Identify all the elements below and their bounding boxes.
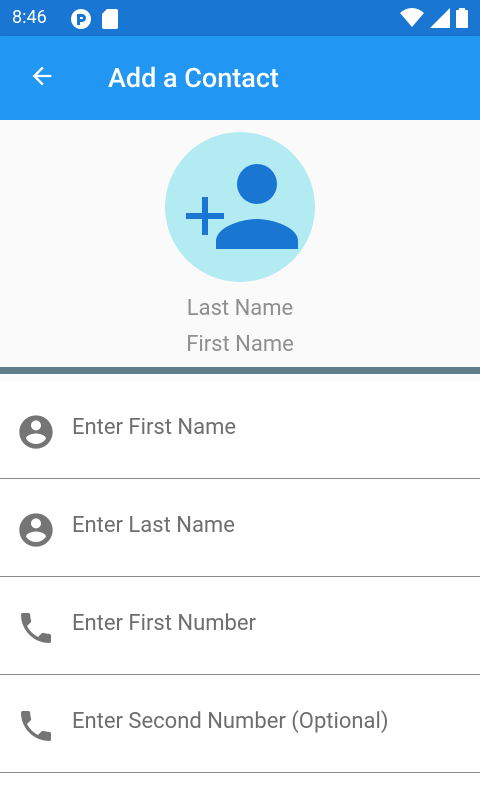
arrow-back-icon [28, 62, 56, 94]
phone-icon [16, 706, 56, 746]
preview-last-name: Last Name [186, 296, 294, 321]
notification-app-icon [70, 8, 92, 34]
signal-icon [430, 8, 450, 32]
account-circle-icon [16, 510, 56, 550]
contact-preview-header: Last Name First Name [0, 120, 480, 367]
status-icons-right [400, 8, 468, 32]
person-add-icon [182, 161, 298, 253]
first-name-field[interactable]: Enter First Name [0, 381, 480, 479]
preview-first-name: First Name [186, 332, 294, 357]
first-number-input[interactable]: Enter First Number [72, 611, 256, 636]
back-button[interactable] [24, 60, 60, 96]
section-divider [0, 367, 480, 374]
second-number-field[interactable]: Enter Second Number (Optional) [0, 675, 480, 773]
second-number-input[interactable]: Enter Second Number (Optional) [72, 709, 389, 734]
sd-card-icon [102, 9, 118, 33]
wifi-icon [400, 8, 424, 32]
add-photo-avatar[interactable] [165, 132, 315, 282]
page-title: Add a Contact [108, 62, 279, 94]
app-bar: Add a Contact [0, 36, 480, 120]
first-name-input[interactable]: Enter First Name [72, 415, 236, 440]
last-name-input[interactable]: Enter Last Name [72, 513, 235, 538]
last-name-field[interactable]: Enter Last Name [0, 479, 480, 577]
phone-icon [16, 608, 56, 648]
contact-form: Enter First Name Enter Last Name Enter F… [0, 381, 480, 800]
status-bar: 8:46 [0, 0, 480, 36]
battery-icon [456, 8, 468, 32]
status-icons-left [70, 8, 118, 34]
account-circle-icon [16, 412, 56, 452]
status-time: 8:46 [12, 7, 47, 28]
first-number-field[interactable]: Enter First Number [0, 577, 480, 675]
